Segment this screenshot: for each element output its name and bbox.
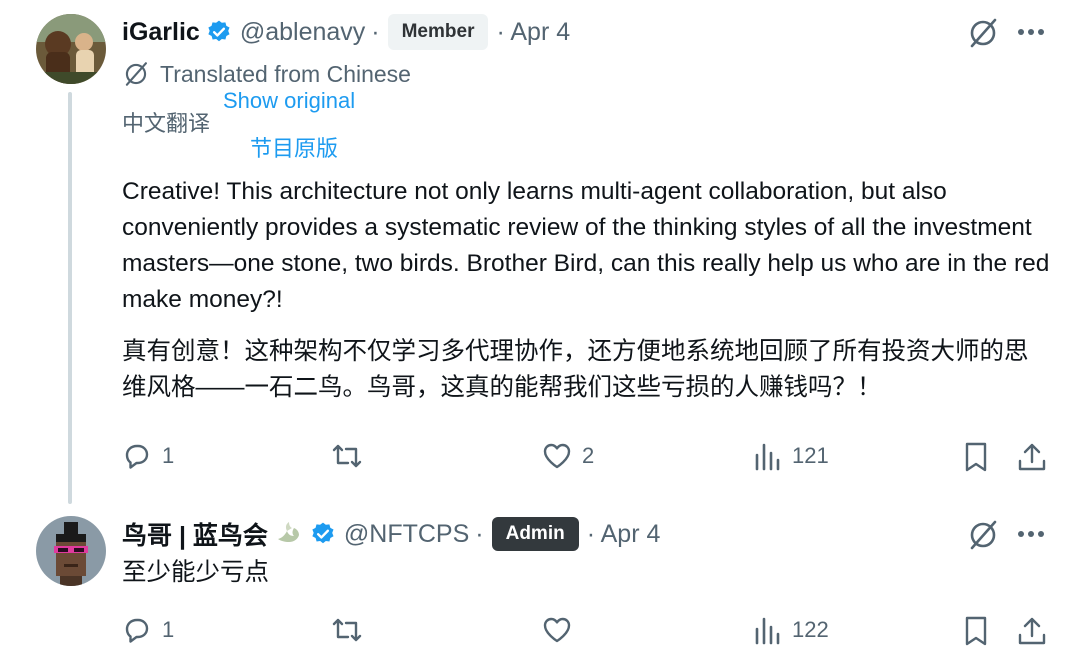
post-text: 至少能少亏点 (122, 559, 269, 586)
author-name[interactable]: iGarlic (122, 18, 200, 47)
views-button[interactable]: 122 (754, 615, 829, 645)
more-options-icon[interactable] (1017, 530, 1047, 538)
translate-icon (125, 62, 147, 86)
translation-subtitle: 中文翻译 (122, 111, 211, 136)
heart-icon (543, 443, 571, 469)
member-badge[interactable]: Member (387, 14, 489, 50)
reply-button[interactable]: 1 (122, 615, 174, 645)
bookmark-icon[interactable] (962, 441, 990, 473)
author-handle[interactable]: @ablenavy (240, 18, 365, 47)
post-text-english: Creative! This architecture not only lea… (122, 178, 1050, 313)
like-button[interactable]: 2 (542, 441, 594, 471)
avatar[interactable] (36, 516, 106, 586)
post-date[interactable]: · Apr 4 (496, 18, 570, 47)
analytics-icon (755, 617, 780, 645)
view-count: 121 (792, 443, 829, 468)
repost-icon (332, 444, 362, 468)
separator-dot: · (475, 519, 484, 548)
show-original-link[interactable]: Show original (223, 88, 355, 114)
author-handle[interactable]: @NFTCPS (344, 520, 469, 549)
repost-button[interactable] (330, 441, 374, 471)
admin-badge[interactable]: Admin (491, 517, 579, 551)
grok-icon[interactable] (966, 518, 1000, 552)
verified-badge-icon (208, 20, 230, 42)
reply-button[interactable]: 1 (122, 441, 174, 471)
share-icon[interactable] (1016, 441, 1048, 473)
separator-dot: · (371, 17, 380, 46)
reply-icon (125, 444, 149, 469)
translation-notice: Translated from Chinese (122, 60, 411, 88)
like-button[interactable] (542, 615, 582, 645)
more-options-icon[interactable] (1017, 28, 1047, 36)
post-date[interactable]: · Apr 4 (587, 520, 661, 549)
views-button[interactable]: 121 (754, 441, 829, 471)
dove-icon (277, 522, 299, 542)
grok-icon[interactable] (966, 16, 1000, 50)
reply-count: 1 (162, 617, 175, 642)
share-icon[interactable] (1016, 615, 1048, 647)
avatar[interactable] (36, 14, 106, 84)
bookmark-icon[interactable] (962, 615, 990, 647)
reply-count: 1 (162, 443, 175, 468)
repost-icon (332, 618, 362, 642)
program-original-link[interactable]: 节目原版 (250, 131, 338, 163)
post-text-chinese: 真有创意！这种架构不仅学习多代理协作，还方便地系统地回顾了所有投资大师的思维风格… (122, 338, 1029, 401)
like-count: 2 (582, 443, 595, 468)
repost-button[interactable] (330, 615, 374, 645)
verified-badge-icon (312, 522, 334, 544)
translated-label: Translated from Chinese (160, 60, 411, 87)
reply-icon (125, 618, 149, 643)
thread-line (68, 92, 72, 504)
author-name[interactable]: 鸟哥 | 蓝鸟会 (122, 516, 268, 552)
view-count: 122 (792, 617, 829, 642)
heart-icon (543, 617, 571, 643)
analytics-icon (755, 443, 780, 471)
